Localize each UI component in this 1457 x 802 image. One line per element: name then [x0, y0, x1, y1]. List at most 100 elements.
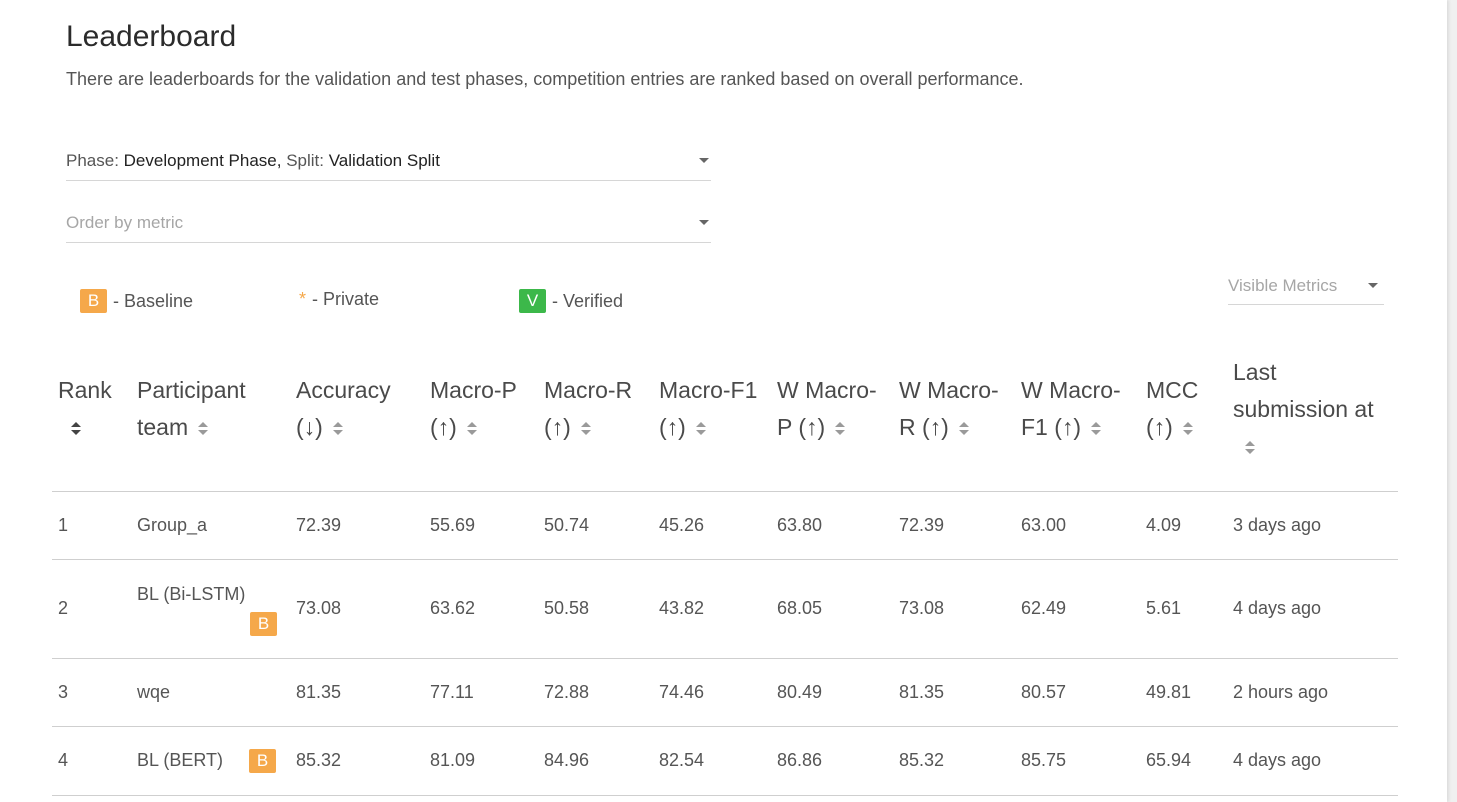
- header-label-line2: (↑): [659, 409, 757, 446]
- sort-icon[interactable]: [958, 421, 970, 436]
- sort-icon[interactable]: [580, 421, 592, 436]
- header-macro-p[interactable]: Macro-P (↑): [430, 372, 517, 446]
- header-w-macro-f1[interactable]: W Macro- F1 (↑): [1021, 372, 1121, 446]
- cell-mcc: 65.94: [1146, 750, 1192, 770]
- header-mcc[interactable]: MCC (↑): [1146, 372, 1198, 446]
- sort-icon[interactable]: [332, 421, 344, 436]
- header-sort-line: [1233, 428, 1374, 465]
- header-w-macro-r[interactable]: W Macro- R (↑): [899, 372, 999, 446]
- cell-accuracy: 81.35: [296, 682, 342, 702]
- cell-rank: 4: [58, 750, 69, 770]
- cell-w-macro-p: 68.05: [777, 598, 823, 618]
- table-row: 4 BL (BERT) 85.32 81.09 84.96 82.54 86.86 85.32…: [52, 727, 1398, 796]
- header-label-line1: W Macro-: [899, 377, 999, 403]
- header-participant-team[interactable]: Participant team: [137, 372, 246, 446]
- cell-w-macro-f1: 62.49: [1021, 598, 1067, 618]
- table-body: 1 Group_a 72.39 55.69 50.74 45.26 63.80 72.39 63…: [52, 492, 1398, 796]
- baseline-badge: B: [250, 612, 277, 636]
- header-label-text: team: [137, 414, 189, 440]
- header-label-line1: Macro-F1: [659, 377, 758, 403]
- header-accuracy[interactable]: Accuracy (↓): [296, 372, 391, 446]
- cell-mcc: 49.81: [1146, 682, 1192, 702]
- header-macro-r[interactable]: Macro-R (↑): [544, 372, 632, 446]
- sort-icon[interactable]: [1182, 421, 1194, 436]
- cell-w-macro-r: 85.32: [899, 750, 945, 770]
- sort-icon[interactable]: [71, 421, 82, 436]
- cell-w-macro-f1: 85.75: [1021, 750, 1067, 770]
- sort-icon[interactable]: [466, 421, 478, 436]
- header-label-line2: team: [137, 409, 246, 446]
- sort-icon[interactable]: [1091, 421, 1102, 436]
- cell-last-submission-at: 3 days ago: [1233, 515, 1322, 535]
- cell-macro-r: 72.88: [544, 682, 590, 702]
- cell-macro-f1: 82.54: [659, 750, 705, 770]
- sort-icon[interactable]: [198, 421, 209, 436]
- split-label: Split:: [281, 151, 329, 170]
- header-label-line1: W Macro-: [1021, 377, 1121, 403]
- cell-macro-p: 55.69: [430, 515, 476, 535]
- cell-rank: 1: [58, 515, 69, 535]
- cell-w-macro-r: 81.35: [899, 682, 945, 702]
- header-label-text: (↓): [296, 414, 323, 440]
- cell-last-submission-at: 4 days ago: [1233, 598, 1322, 618]
- private-star-icon: *: [299, 289, 307, 309]
- cell-participant-team: wqe: [137, 682, 171, 702]
- cell-macro-r: 50.74: [544, 515, 590, 535]
- cell-macro-p: 77.11: [430, 682, 474, 702]
- verified-badge: V: [519, 289, 546, 313]
- cell-w-macro-p: 86.86: [777, 750, 823, 770]
- cell-accuracy: 72.39: [296, 515, 342, 535]
- legend-baseline: B - Baseline: [80, 289, 193, 313]
- cell-accuracy: 73.08: [296, 598, 342, 618]
- cell-macro-p: 63.62: [430, 598, 476, 618]
- header-label-text: R (↑): [899, 414, 949, 440]
- header-label-line1: Accuracy: [296, 377, 391, 403]
- phase-label: Phase:: [66, 151, 124, 170]
- split-value: Validation Split: [328, 151, 440, 170]
- header-label-text: F1 (↑): [1021, 414, 1082, 440]
- legend-private: * - Private: [299, 289, 379, 310]
- phase-split-select[interactable]: Phase: Development Phase, Split: Validat…: [66, 142, 711, 181]
- cell-mcc: 5.61: [1146, 598, 1182, 618]
- header-rank[interactable]: Rank: [58, 372, 112, 446]
- cell-mcc: 4.09: [1146, 515, 1182, 535]
- cell-participant-team: BL (Bi-LSTM): [137, 584, 246, 604]
- table-header-row: Rank Participant team Accuracy (↓) Macro-P (↑)…: [52, 352, 1398, 492]
- header-label-line2: [58, 409, 112, 446]
- header-label-line2: (↑): [430, 409, 517, 446]
- phase-value: Development Phase,: [123, 151, 282, 170]
- sort-icon[interactable]: [835, 421, 846, 436]
- cell-last-submission-at: 4 days ago: [1233, 750, 1322, 770]
- header-last-submission-at[interactable]: Last submission at: [1233, 354, 1374, 465]
- cell-macro-f1: 45.26: [659, 515, 705, 535]
- baseline-legend-label: - Baseline: [113, 290, 194, 311]
- visible-metrics-select[interactable]: Visible Metrics: [1228, 268, 1384, 305]
- header-label-text: (↑): [544, 414, 571, 440]
- dropdown-caret-icon: [699, 158, 709, 163]
- header-label-line1: Rank: [58, 377, 112, 403]
- header-label-text: submission at: [1233, 396, 1374, 422]
- header-label-text: (↑): [430, 414, 457, 440]
- cell-w-macro-f1: 80.57: [1021, 682, 1067, 702]
- header-label-line1: Macro-R: [544, 377, 633, 403]
- order-by-metric-select[interactable]: Order by metric: [66, 204, 711, 243]
- header-macro-f1[interactable]: Macro-F1 (↑): [659, 372, 757, 446]
- page-subtitle: There are leaderboards for the validatio…: [66, 69, 1024, 89]
- cell-macro-f1: 43.82: [659, 598, 705, 618]
- cell-w-macro-r: 73.08: [899, 598, 945, 618]
- header-label-line1: W Macro-: [777, 377, 877, 403]
- order-by-placeholder: Order by metric: [66, 213, 184, 232]
- header-label-text: (↑): [1146, 414, 1173, 440]
- header-label-line2: (↑): [544, 409, 632, 446]
- cell-accuracy: 85.32: [296, 750, 342, 770]
- legend-verified: V - Verified: [519, 289, 623, 313]
- header-label-line2: (↑): [1146, 409, 1198, 446]
- leaderboard-table: Rank Participant team Accuracy (↓) Macro-P (↑)…: [52, 352, 1398, 796]
- sort-icon[interactable]: [695, 421, 707, 436]
- baseline-badge: B: [249, 749, 276, 773]
- cell-participant-team: Group_a: [137, 515, 208, 535]
- header-w-macro-p[interactable]: W Macro- P (↑): [777, 372, 877, 446]
- table-row: 2 BL (Bi-LSTM) 73.08 63.62 50.58 43.82 68.05 73…: [52, 560, 1398, 659]
- cell-rank: 3: [58, 682, 69, 702]
- sort-icon[interactable]: [1245, 440, 1256, 455]
